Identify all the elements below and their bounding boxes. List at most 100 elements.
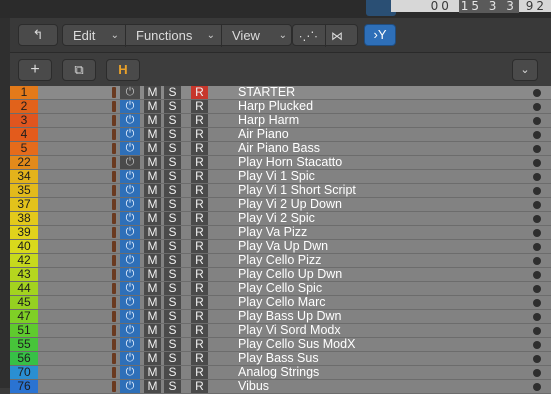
track-name[interactable]: Play Vi 1 Spic <box>238 170 315 183</box>
power-button[interactable]: ⏻ <box>120 86 140 99</box>
track-number[interactable]: 2 <box>10 100 38 113</box>
power-button[interactable]: ⏻ <box>120 198 140 211</box>
power-button[interactable]: ⏻ <box>120 352 140 365</box>
track-name[interactable]: Play Vi 2 Spic <box>238 212 315 225</box>
track-name[interactable]: Play Cello Marc <box>238 296 326 309</box>
mute-button[interactable]: M <box>144 366 161 379</box>
solo-button[interactable]: S <box>164 338 181 351</box>
power-button[interactable]: ⏻ <box>120 128 140 141</box>
track-number[interactable]: 76 <box>10 380 38 393</box>
track-number[interactable]: 47 <box>10 310 38 323</box>
track-name[interactable]: Air Piano <box>238 128 289 141</box>
track-row[interactable]: 35 ⏻ M S R Play Vi 1 Short Script <box>10 184 551 198</box>
power-button[interactable]: ⏻ <box>120 212 140 225</box>
mute-button[interactable]: M <box>144 268 161 281</box>
track-name[interactable]: Play Cello Up Dwn <box>238 268 342 281</box>
solo-button[interactable]: S <box>164 380 181 393</box>
mute-button[interactable]: M <box>144 142 161 155</box>
power-button[interactable]: ⏻ <box>120 254 140 267</box>
track-number[interactable]: 3 <box>10 114 38 127</box>
power-button[interactable]: ⏻ <box>120 184 140 197</box>
track-name[interactable]: Play Bass Sus <box>238 352 319 365</box>
mute-button[interactable]: M <box>144 156 161 169</box>
mute-button[interactable]: M <box>144 128 161 141</box>
record-enable-button[interactable]: R <box>191 380 208 393</box>
track-number[interactable]: 45 <box>10 296 38 309</box>
power-button[interactable]: ⏻ <box>120 310 140 323</box>
track-number[interactable]: 4 <box>10 128 38 141</box>
track-row[interactable]: 40 ⏻ M S R Play Va Up Dwn <box>10 240 551 254</box>
record-enable-button[interactable]: R <box>191 352 208 365</box>
solo-button[interactable]: S <box>164 128 181 141</box>
track-row[interactable]: 45 ⏻ M S R Play Cello Marc <box>10 296 551 310</box>
track-name[interactable]: Play Vi Sord Modx <box>238 324 341 337</box>
track-number[interactable]: 22 <box>10 156 38 169</box>
track-name[interactable]: Vibus <box>238 380 269 393</box>
track-name[interactable]: STARTER <box>238 86 295 99</box>
collapse-button[interactable]: ⌄ <box>512 59 538 81</box>
solo-button[interactable]: S <box>164 282 181 295</box>
power-button[interactable]: ⏻ <box>120 324 140 337</box>
track-number[interactable]: 1 <box>10 86 38 99</box>
power-button[interactable]: ⏻ <box>120 268 140 281</box>
lcd-display[interactable]: 00 15 3 3 92 <box>391 0 551 13</box>
back-button[interactable]: ↰ <box>18 24 58 46</box>
solo-button[interactable]: S <box>164 212 181 225</box>
track-number[interactable]: 34 <box>10 170 38 183</box>
edit-menu[interactable]: Edit ⌄ <box>63 25 125 45</box>
track-number[interactable]: 38 <box>10 212 38 225</box>
record-enable-button[interactable]: R <box>191 156 208 169</box>
track-row[interactable]: 43 ⏻ M S R Play Cello Up Dwn <box>10 268 551 282</box>
mute-button[interactable]: M <box>144 240 161 253</box>
solo-button[interactable]: S <box>164 324 181 337</box>
track-row[interactable]: 1 ⏻ M S R STARTER <box>10 86 551 100</box>
mute-button[interactable]: M <box>144 226 161 239</box>
power-button[interactable]: ⏻ <box>120 114 140 127</box>
record-enable-button[interactable]: R <box>191 254 208 267</box>
view-menu[interactable]: View ⌄ <box>222 25 293 45</box>
track-row[interactable]: 4 ⏻ M S R Air Piano <box>10 128 551 142</box>
track-name[interactable]: Analog Strings <box>238 366 319 379</box>
automation-curve-icon[interactable]: ∙⋰∙ <box>299 25 318 47</box>
power-button[interactable]: ⏻ <box>120 366 140 379</box>
track-number[interactable]: 43 <box>10 268 38 281</box>
add-track-button[interactable]: + <box>18 59 52 81</box>
power-button[interactable]: ⏻ <box>120 170 140 183</box>
record-enable-button[interactable]: R <box>191 338 208 351</box>
solo-button[interactable]: S <box>164 240 181 253</box>
solo-button[interactable]: S <box>164 254 181 267</box>
solo-button[interactable]: S <box>164 366 181 379</box>
solo-button[interactable]: S <box>164 198 181 211</box>
track-name[interactable]: Play Va Up Dwn <box>238 240 328 253</box>
record-enable-button[interactable]: R <box>191 86 208 99</box>
mute-button[interactable]: M <box>144 170 161 183</box>
power-button[interactable]: ⏻ <box>120 156 140 169</box>
track-name[interactable]: Harp Harm <box>238 114 299 127</box>
power-button[interactable]: ⏻ <box>120 240 140 253</box>
track-row[interactable]: 42 ⏻ M S R Play Cello Pizz <box>10 254 551 268</box>
record-enable-button[interactable]: R <box>191 310 208 323</box>
solo-button[interactable]: S <box>164 170 181 183</box>
mute-button[interactable]: M <box>144 86 161 99</box>
functions-menu[interactable]: Functions ⌄ <box>126 25 221 45</box>
record-enable-button[interactable]: R <box>191 366 208 379</box>
solo-button[interactable]: S <box>164 86 181 99</box>
power-button[interactable]: ⏻ <box>120 226 140 239</box>
duplicate-track-button[interactable]: ⧉ <box>62 59 96 81</box>
mute-button[interactable]: M <box>144 324 161 337</box>
hide-tracks-button[interactable]: H <box>106 59 140 81</box>
record-enable-button[interactable]: R <box>191 142 208 155</box>
track-number[interactable]: 42 <box>10 254 38 267</box>
track-number[interactable]: 44 <box>10 282 38 295</box>
mute-button[interactable]: M <box>144 212 161 225</box>
record-enable-button[interactable]: R <box>191 226 208 239</box>
power-button[interactable]: ⏻ <box>120 142 140 155</box>
track-number[interactable]: 56 <box>10 352 38 365</box>
solo-button[interactable]: S <box>164 268 181 281</box>
track-row[interactable]: 51 ⏻ M S R Play Vi Sord Modx <box>10 324 551 338</box>
track-number[interactable]: 51 <box>10 324 38 337</box>
track-number[interactable]: 5 <box>10 142 38 155</box>
record-enable-button[interactable]: R <box>191 240 208 253</box>
mute-button[interactable]: M <box>144 338 161 351</box>
track-row[interactable]: 39 ⏻ M S R Play Va Pizz <box>10 226 551 240</box>
